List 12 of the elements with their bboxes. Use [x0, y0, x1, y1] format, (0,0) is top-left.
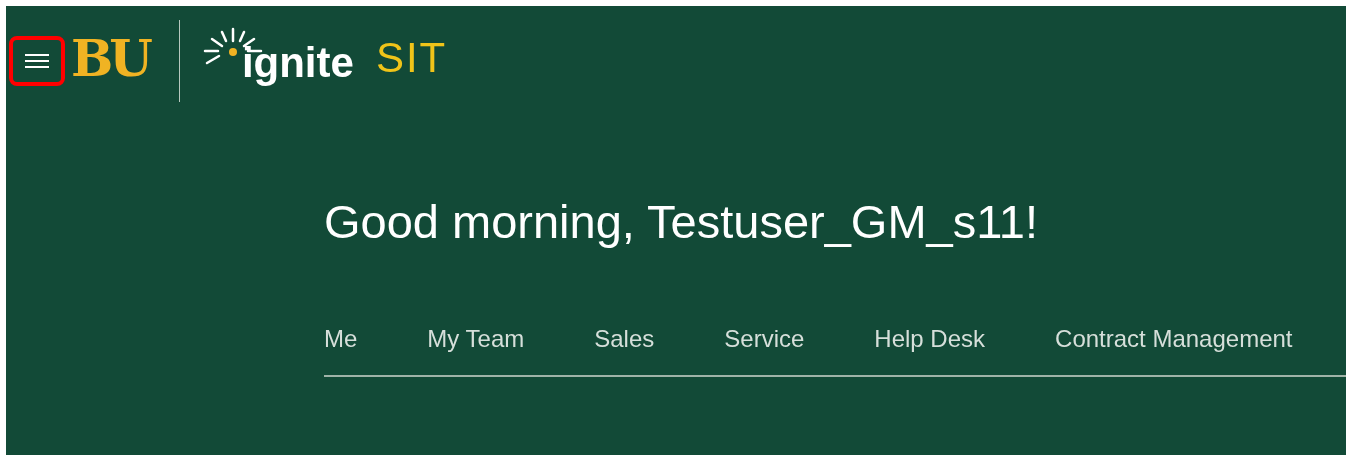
nav-tab[interactable]: Sales [594, 325, 655, 353]
menu-button[interactable] [9, 36, 65, 86]
nav-tab[interactable]: Service [724, 325, 805, 353]
greeting-heading: Good morning, Testuser_GM_s11! [324, 194, 1040, 250]
nav-tab[interactable]: Contract Management [1055, 325, 1293, 353]
nav-tab[interactable]: Me [324, 325, 358, 353]
logo-monogram: BU [71, 34, 151, 84]
nav-tab[interactable]: Help Desk [874, 325, 986, 353]
nav-tab[interactable]: My Team [427, 325, 525, 353]
app-name: ignite [241, 39, 354, 87]
menu-icon [24, 51, 50, 71]
environment-label: SIT [375, 34, 448, 82]
